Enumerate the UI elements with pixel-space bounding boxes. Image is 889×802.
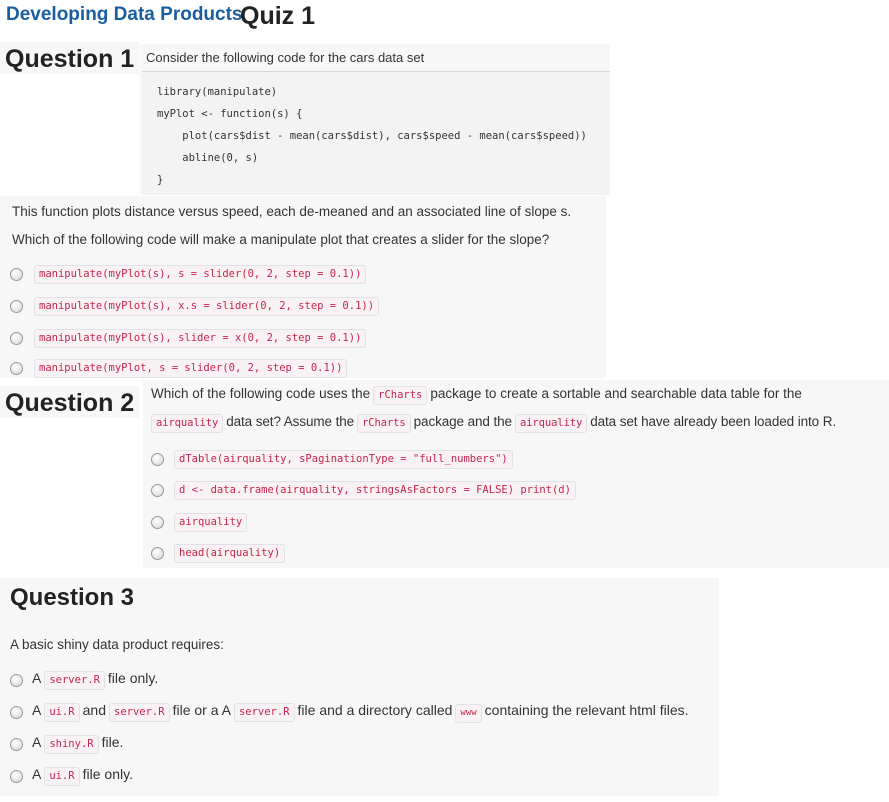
answer-option[interactable]: Aui.R and server.R file or a Aserver.R file … [32, 702, 689, 723]
radio-button[interactable] [10, 770, 23, 783]
radio-button[interactable] [10, 332, 23, 345]
inline-code: shiny.R [44, 735, 99, 754]
inline-code: rCharts [357, 414, 411, 433]
question-1-intro: Consider the following code for the cars… [146, 50, 425, 65]
option-text: A [32, 670, 42, 686]
option-code: manipulate(myPlot(s), s = slider(0, 2, s… [34, 265, 367, 284]
answer-option[interactable]: Aserver.R file only. [32, 670, 158, 690]
option-code: manipulate(myPlot, s = slider(0, 2, step… [34, 359, 348, 378]
question-1-code-panel: Consider the following code for the cars… [140, 44, 610, 195]
radio-button[interactable] [151, 516, 164, 529]
radio-button[interactable] [151, 484, 164, 497]
option-text: containing the relevant html files. [484, 702, 689, 718]
option-text: file. [101, 734, 124, 750]
answer-option[interactable]: manipulate(myPlot, s = slider(0, 2, step… [34, 358, 348, 378]
answer-option[interactable]: Aui.R file only. [32, 766, 133, 786]
answer-option[interactable]: d <- data.frame(airquality, stringsAsFac… [174, 480, 576, 500]
inline-code: server.R [233, 703, 295, 722]
answer-option[interactable]: head(airquality) [174, 543, 286, 563]
question-2-prompt-line-1: Which of the following code uses the rCha… [151, 386, 802, 405]
radio-button[interactable] [10, 674, 23, 687]
quiz-title: Quiz 1 [240, 2, 316, 30]
option-code: airquality [174, 513, 248, 532]
question-2-heading: Question 2 [0, 386, 139, 418]
inline-code: ui.R [44, 767, 80, 786]
inline-code: server.R [44, 671, 105, 690]
answer-option[interactable]: manipulate(myPlot(s), x.s = slider(0, 2,… [34, 296, 380, 316]
prompt-text: Which of the following code uses the [151, 386, 371, 401]
radio-button[interactable] [151, 547, 164, 560]
option-text: and [82, 702, 106, 718]
inline-code: airquality [151, 414, 224, 433]
question-2-prompt-line-2: airquality data set? Assume the rCharts pac… [151, 414, 836, 433]
code-line: plot(cars$dist - mean(cars$dist), cars$s… [157, 130, 587, 142]
option-code: d <- data.frame(airquality, stringsAsFac… [174, 481, 576, 500]
question-3-heading: Question 3 [10, 584, 135, 611]
prompt-text: data set have already been loaded into R… [590, 414, 837, 429]
inline-code: ui.R [44, 703, 80, 722]
option-text: file only. [82, 766, 133, 782]
option-text: A [32, 702, 42, 718]
prompt-text: package to create a sortable and searcha… [430, 386, 802, 401]
inline-code: www [455, 704, 482, 723]
option-code: manipulate(myPlot(s), slider = x(0, 2, s… [34, 329, 367, 348]
radio-button[interactable] [10, 300, 23, 313]
radio-button[interactable] [10, 706, 23, 719]
question-3-panel: Question 3 A basic shiny data product re… [0, 578, 719, 796]
inline-code: rCharts [373, 386, 428, 405]
code-line: abline(0, s) [157, 152, 259, 164]
answer-option[interactable]: manipulate(myPlot(s), s = slider(0, 2, s… [34, 264, 367, 284]
option-text: A [32, 734, 42, 750]
option-code: dTable(airquality, sPaginationType = "fu… [174, 450, 513, 469]
radio-button[interactable] [10, 738, 23, 751]
answer-option[interactable]: dTable(airquality, sPaginationType = "fu… [174, 449, 513, 469]
question-1-heading: Question 1 [0, 42, 139, 74]
prompt-text: data set? Assume the [226, 414, 355, 429]
prompt-text: package and the [413, 414, 512, 429]
option-text: file only. [107, 670, 159, 686]
radio-button[interactable] [10, 362, 23, 375]
code-line: library(manipulate) [157, 86, 278, 98]
code-line: myPlot <- function(s) { [157, 108, 303, 120]
answer-option[interactable]: manipulate(myPlot(s), slider = x(0, 2, s… [34, 328, 367, 348]
option-code: head(airquality) [174, 544, 286, 563]
question-2-panel: Which of the following code uses the rCha… [143, 380, 889, 568]
question-1-code-block: library(manipulate) myPlot <- function(s… [142, 71, 610, 195]
question-1-description: This function plots distance versus spee… [12, 204, 572, 219]
question-1-prompt: Which of the following code will make a … [12, 232, 550, 247]
inline-code: airquality [514, 414, 588, 433]
answer-option[interactable]: airquality [174, 512, 248, 532]
answer-option[interactable]: Ashiny.R file. [32, 734, 123, 754]
option-text: file or a A [172, 702, 231, 718]
code-line: } [157, 174, 164, 186]
option-text: A [32, 766, 42, 782]
radio-button[interactable] [10, 268, 23, 281]
option-text: file and a directory called [297, 702, 453, 718]
option-code: manipulate(myPlot(s), x.s = slider(0, 2,… [34, 297, 380, 316]
course-title: Developing Data Products [6, 4, 243, 25]
radio-button[interactable] [151, 453, 164, 466]
question-1-options-panel: This function plots distance versus spee… [0, 196, 606, 378]
question-3-prompt: A basic shiny data product requires: [10, 637, 224, 652]
inline-code: server.R [109, 703, 170, 722]
